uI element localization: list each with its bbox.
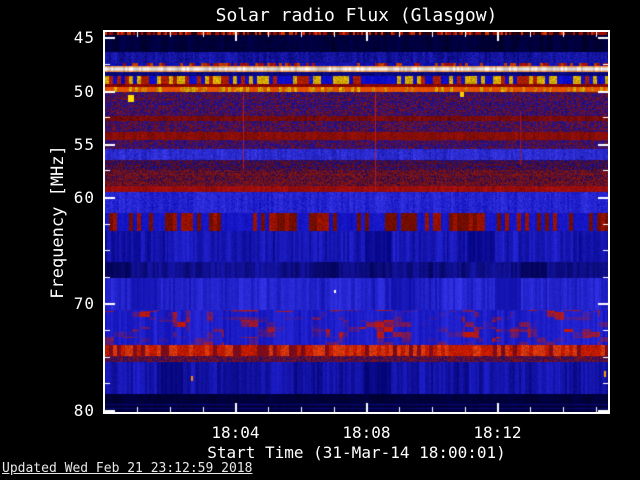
x-tick-label: 18:12 (473, 423, 522, 442)
spectrogram-canvas (105, 32, 608, 412)
y-tick-label: 55 (73, 134, 95, 154)
updated-timestamp: Updated Wed Feb 21 23:12:59 2018 (2, 461, 253, 476)
x-tick-label: 18:08 (342, 423, 391, 442)
page-title: Solar radio Flux (Glasgow) (215, 5, 498, 26)
x-axis-label: Start Time (31-Mar-14 18:00:01) (207, 443, 506, 462)
plot-area (103, 30, 610, 414)
y-tick-label: 45 (73, 28, 95, 48)
x-tick-label: 18:04 (211, 423, 260, 442)
y-tick-label: 50 (73, 81, 95, 101)
y-tick-label: 70 (73, 294, 95, 314)
spectrogram-page: Solar radio Flux (Glasgow) Frequency [MH… (0, 0, 640, 480)
y-tick-label: 60 (73, 187, 95, 207)
y-tick-label: 80 (73, 400, 95, 420)
y-axis-label: Frequency [MHz] (48, 145, 68, 299)
